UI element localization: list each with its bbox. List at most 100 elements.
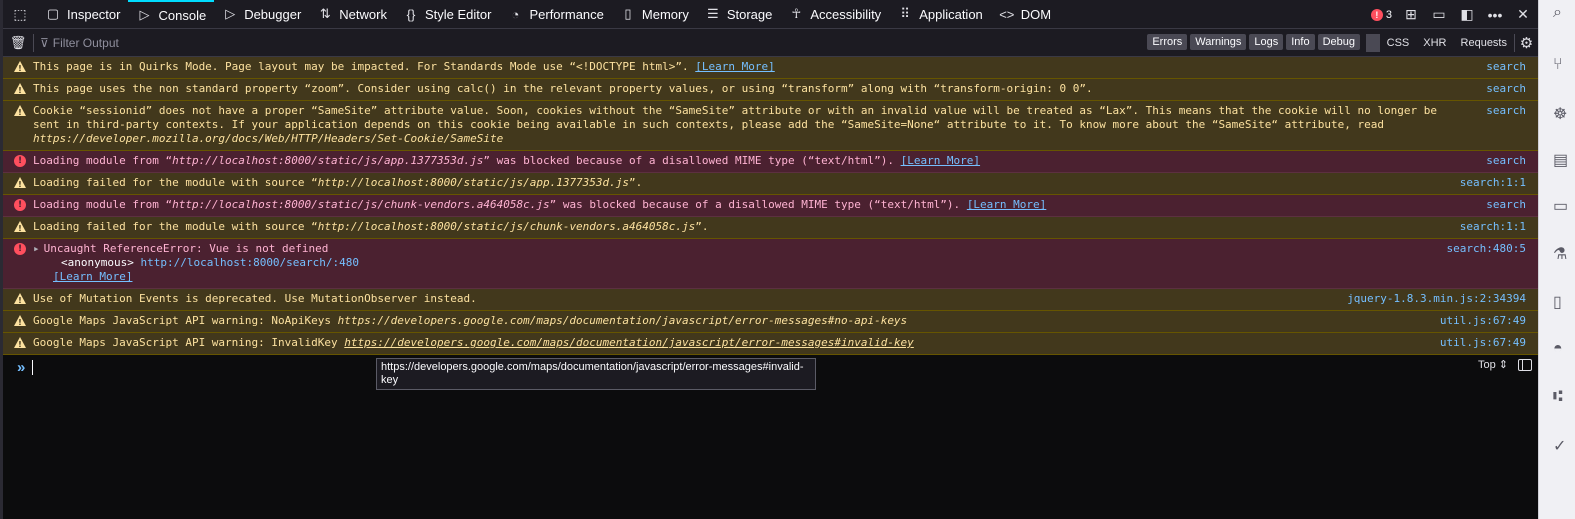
filter-input[interactable]: ⊽ Filter Output xyxy=(40,36,119,50)
message-location-link[interactable]: search xyxy=(1486,82,1526,96)
learn-more-link[interactable]: [Learn More] xyxy=(967,198,1046,211)
filter-css-button[interactable]: CSS xyxy=(1380,37,1417,49)
message-location-link[interactable]: util.js:67:49 xyxy=(1440,336,1526,350)
console-message: ! Use of Mutation Events is deprecated. … xyxy=(3,289,1538,311)
tab-label: Application xyxy=(919,6,983,22)
message-text: Use of Mutation Events is deprecated. Us… xyxy=(33,292,477,305)
message-location-link[interactable]: jquery-1.8.3.min.js:2:34394 xyxy=(1347,292,1526,306)
tab-console[interactable]: ▷ Console xyxy=(128,0,215,29)
tab-dom[interactable]: <> DOM xyxy=(991,0,1059,29)
message-text: ” was blocked because of a disallowed MI… xyxy=(549,198,961,211)
log-level-filters: Errors Warnings Logs Info Debug xyxy=(1147,34,1360,50)
text-caret xyxy=(32,359,34,375)
console-message: ! This page is in Quirks Mode. Page layo… xyxy=(3,57,1538,79)
learn-more-link[interactable]: [Learn More] xyxy=(695,60,774,73)
bug-icon[interactable]: ☸ xyxy=(1553,104,1575,126)
tab-label: Accessibility xyxy=(810,6,882,22)
extension-icon[interactable]: ⑂ xyxy=(1553,56,1575,78)
error-icon: ! xyxy=(14,243,26,255)
tab-performance[interactable]: ◔ Performance xyxy=(499,0,611,29)
console-icon: ▷ xyxy=(139,7,150,22)
filter-info-button[interactable]: Info xyxy=(1286,34,1315,50)
sidebar-toggle-icon[interactable] xyxy=(1518,358,1532,371)
stack-frame-link[interactable]: http://localhost:8000/search/:480 xyxy=(140,256,359,269)
more-options-icon[interactable]: ••• xyxy=(1486,7,1504,23)
message-location-link[interactable]: search xyxy=(1486,60,1526,74)
tab-label: Inspector xyxy=(67,6,121,22)
error-icon: ! xyxy=(14,155,26,167)
message-location-link[interactable]: search:480:5 xyxy=(1447,242,1526,256)
console-settings-icon[interactable]: ⚙ xyxy=(1514,34,1538,52)
tab-label: DOM xyxy=(1020,6,1052,22)
application-icon: ⠿ xyxy=(900,6,910,21)
accessibility-icon: ☥ xyxy=(791,6,802,21)
message-text: Loading module from “ xyxy=(33,198,173,211)
tab-style-editor[interactable]: {} Style Editor xyxy=(395,0,499,29)
flask-icon[interactable]: ⚗ xyxy=(1553,244,1575,266)
message-location-link[interactable]: search xyxy=(1486,154,1526,168)
warning-icon: ! xyxy=(14,337,26,349)
git-icon[interactable]: ⑆ xyxy=(1553,388,1575,410)
message-location-link[interactable]: util.js:67:49 xyxy=(1440,314,1526,328)
document-icon[interactable]: ▯ xyxy=(1553,292,1575,314)
console-message: ! Loading module from “http://localhost:… xyxy=(3,151,1538,173)
tab-inspector[interactable]: ▢ Inspector xyxy=(37,0,128,29)
warning-icon: ! xyxy=(14,177,26,189)
tab-network[interactable]: ⇅ Network xyxy=(309,0,395,29)
check-icon[interactable]: ✓ xyxy=(1553,436,1575,458)
message-text: Loading failed for the module with sourc… xyxy=(33,176,318,189)
tab-memory[interactable]: ▯ Memory xyxy=(612,0,697,29)
inspector-icon: ▢ xyxy=(46,6,60,21)
filter-logs-button[interactable]: Logs xyxy=(1249,34,1284,50)
search-icon[interactable]: ⌕ xyxy=(1553,4,1575,26)
message-location-link[interactable]: search xyxy=(1486,104,1526,118)
responsive-design-icon[interactable]: ⊞ xyxy=(1402,6,1420,23)
learn-more-link[interactable]: [Learn More] xyxy=(901,154,980,167)
tab-accessibility[interactable]: ☥ Accessibility xyxy=(780,0,889,29)
message-text: This page uses the non standard property… xyxy=(33,82,1093,95)
screenshot-icon[interactable]: ▭ xyxy=(1430,6,1448,23)
learn-more-link[interactable]: [Learn More] xyxy=(53,270,132,284)
message-text: ”. xyxy=(629,176,643,189)
console-message: ! Loading module from “http://localhost:… xyxy=(3,195,1538,217)
message-url[interactable]: https://developers.google.com/maps/docum… xyxy=(344,336,914,349)
warning-icon: ! xyxy=(14,61,26,73)
element-picker-button[interactable]: ⬚ xyxy=(3,6,37,23)
tab-label: Memory xyxy=(641,6,689,22)
console-message: ! ▸ Uncaught ReferenceError: Vue is not d… xyxy=(3,239,1538,289)
tab-application[interactable]: ⠿ Application xyxy=(889,0,991,29)
warning-icon: ! xyxy=(14,315,26,327)
clear-console-icon[interactable]: 🗑 xyxy=(3,35,33,51)
console-message: ! Loading failed for the module with sou… xyxy=(3,217,1538,239)
console-output: ! This page is in Quirks Mode. Page layo… xyxy=(3,57,1538,355)
error-count-button[interactable]: ! 3 xyxy=(1370,8,1392,21)
message-location-link[interactable]: search:1:1 xyxy=(1460,176,1526,190)
error-icon: ! xyxy=(14,199,26,211)
filter-requests-button[interactable]: Requests xyxy=(1454,37,1514,49)
warning-icon: ! xyxy=(14,105,26,117)
expand-triangle-icon[interactable]: ▸ xyxy=(33,242,40,255)
prompt-chevron-icon: » xyxy=(17,358,26,376)
filter-errors-button[interactable]: Errors xyxy=(1147,34,1188,50)
dom-icon: <> xyxy=(999,6,1015,22)
filter-warnings-button[interactable]: Warnings xyxy=(1190,34,1247,50)
tab-storage[interactable]: ☰ Storage xyxy=(697,0,781,29)
console-message: ! Cookie “sessionid” does not have a pro… xyxy=(3,101,1538,151)
evaluation-context-selector[interactable]: Top ⇕ xyxy=(1478,358,1508,371)
tab-debugger[interactable]: ▷ Debugger xyxy=(214,0,309,29)
filter-xhr-button[interactable]: XHR xyxy=(1416,37,1453,49)
tab-label: Storage xyxy=(726,6,773,22)
dock-toggle-icon[interactable]: ◧ xyxy=(1458,6,1476,23)
divider xyxy=(33,33,34,52)
close-icon[interactable]: ✕ xyxy=(1514,6,1532,23)
whale-icon[interactable]: ◓ xyxy=(1553,340,1575,362)
monitor-icon[interactable]: ▭ xyxy=(1553,196,1575,218)
message-location-link[interactable]: search xyxy=(1486,198,1526,212)
message-url[interactable]: https://developers.google.com/maps/docum… xyxy=(338,314,908,327)
filter-debug-button[interactable]: Debug xyxy=(1317,34,1360,50)
input-controls: Top ⇕ xyxy=(1478,358,1532,371)
message-text: Uncaught ReferenceError: Vue is not defi… xyxy=(43,242,329,255)
element-picker-icon: ⬚ xyxy=(13,5,27,22)
message-location-link[interactable]: search:1:1 xyxy=(1460,220,1526,234)
puzzle-icon[interactable]: ▤ xyxy=(1553,150,1575,172)
